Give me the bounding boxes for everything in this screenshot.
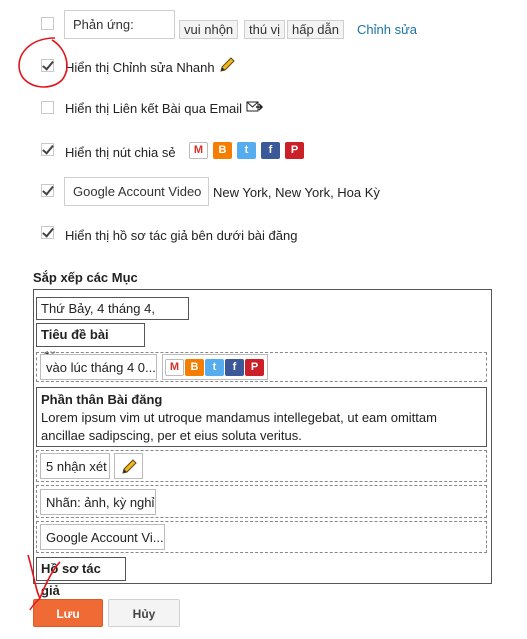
blogger-icon[interactable]: B (185, 359, 204, 376)
arrange-sections-title: Sắp xếp các Mục (33, 270, 138, 285)
reactions-edit-link[interactable]: Chỉnh sửa (357, 22, 417, 37)
reaction-chip-3: hấp dẫn (287, 20, 344, 39)
comments-block[interactable]: 5 nhận xét (40, 453, 110, 479)
share-buttons-label: Hiển thị nút chia sẻ (65, 145, 176, 160)
post-time-block[interactable]: vào lúc tháng 4 0... (40, 354, 157, 380)
cancel-button[interactable]: Hủy (108, 599, 180, 627)
pinterest-icon[interactable]: P (245, 359, 264, 376)
author-profile-checkbox[interactable] (41, 226, 54, 239)
reactions-checkbox[interactable] (41, 17, 54, 30)
blogger-icon[interactable]: B (213, 142, 232, 159)
gmail-icon[interactable]: M (165, 359, 184, 376)
quick-edit-label: Hiển thị Chỉnh sửa Nhanh (65, 60, 215, 75)
quick-edit-block[interactable] (114, 453, 143, 479)
post-body-title: Phần thân Bài đăng (41, 392, 163, 407)
post-title-block[interactable]: Tiêu đề bài đăng (36, 323, 145, 364)
twitter-icon[interactable]: t (237, 142, 256, 159)
facebook-icon[interactable]: f (261, 142, 280, 159)
save-button[interactable]: Lưu (33, 599, 103, 627)
post-body-text: Lorem ipsum vim ut utroque mandamus inte… (41, 410, 437, 443)
share-buttons-block[interactable]: MBtfP (162, 354, 268, 380)
email-post-link-checkbox[interactable] (41, 101, 54, 114)
post-body-block[interactable]: Phần thân Bài đăng Lorem ipsum vim ut ut… (36, 387, 487, 447)
share-buttons-checkbox[interactable] (41, 143, 54, 156)
reaction-chip-1: vui nhộn (179, 20, 239, 39)
email-post-link-label: Hiển thị Liên kết Bài qua Email (65, 101, 243, 116)
email-forward-icon (246, 101, 264, 112)
author-profile-label: Hiển thị hồ sơ tác giả bên dưới bài đăng (65, 228, 298, 243)
labels-block[interactable]: Nhãn: ảnh, kỳ nghỉ (40, 489, 156, 515)
share-icons-group: MBtfP (189, 141, 304, 161)
twitter-icon[interactable]: t (205, 359, 224, 376)
location-value: New York, New York, Hoa Kỳ (213, 185, 380, 200)
reactions-label-field[interactable]: Phản ứng: (64, 10, 175, 39)
reaction-chip-2: thú vị (244, 20, 286, 39)
quick-edit-checkbox[interactable] (41, 59, 54, 72)
date-header-block[interactable]: Thứ Bảy, 4 tháng 4, 2020 (36, 297, 189, 337)
location-field[interactable]: Google Account Video (64, 177, 209, 206)
facebook-icon[interactable]: f (225, 359, 244, 376)
location-block[interactable]: Google Account Vi... (40, 524, 165, 550)
pencil-icon (220, 57, 235, 72)
pinterest-icon[interactable]: P (285, 142, 304, 159)
pencil-icon (122, 459, 137, 474)
author-profile-block[interactable]: Hồ sơ tác giả (36, 557, 126, 598)
gmail-icon[interactable]: M (189, 142, 208, 159)
location-checkbox[interactable] (41, 184, 54, 197)
